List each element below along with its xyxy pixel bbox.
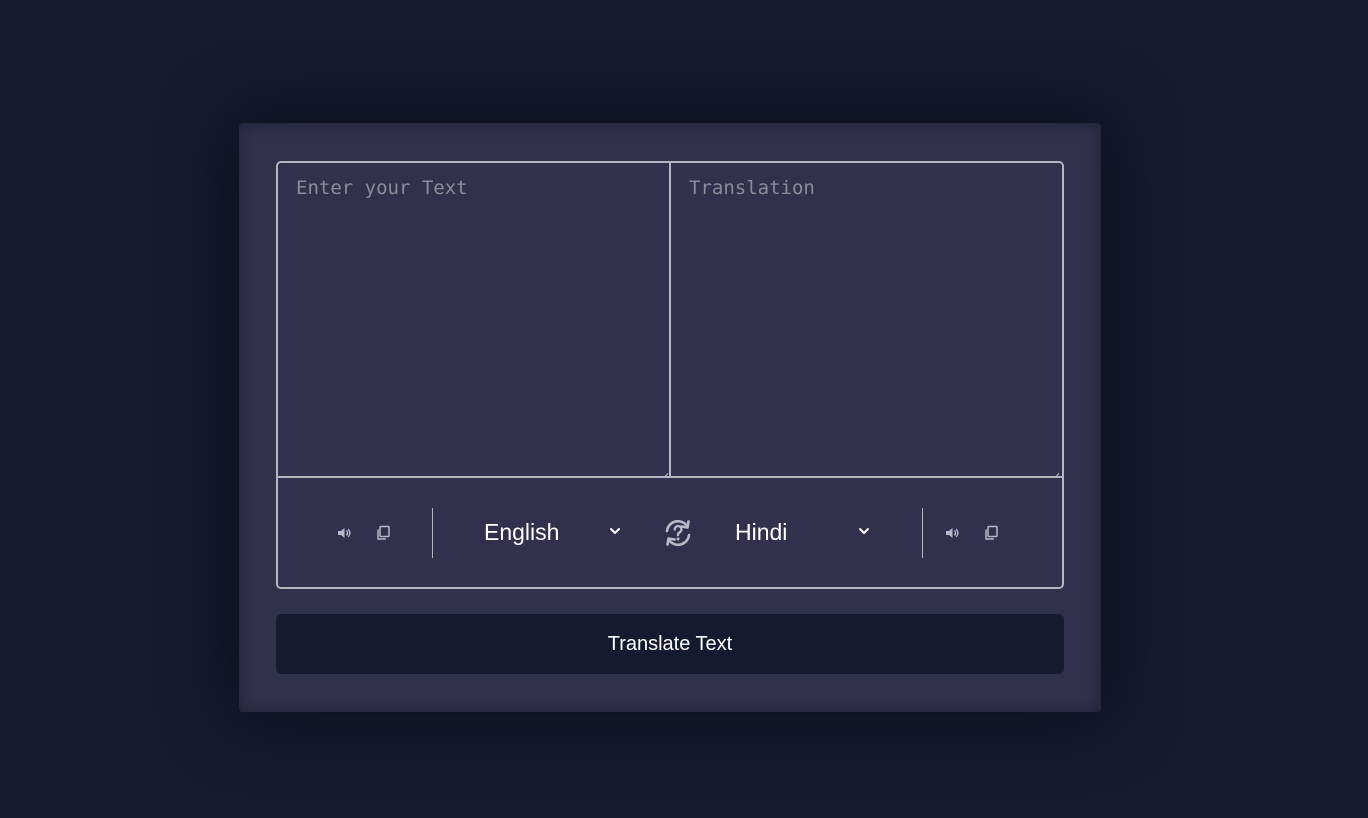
translator-frame: English xyxy=(276,161,1064,589)
controls-bar: English Hindi xyxy=(278,476,1062,587)
translator-card: English xyxy=(239,123,1101,712)
chevron-down-icon xyxy=(608,524,622,538)
volume-icon xyxy=(944,525,960,541)
chevron-down-icon xyxy=(857,524,871,538)
source-copy-button[interactable] xyxy=(373,523,393,543)
copy-icon xyxy=(983,525,999,541)
volume-icon xyxy=(336,525,352,541)
source-speak-button[interactable] xyxy=(334,523,354,543)
source-language-select[interactable]: English xyxy=(484,512,624,552)
copy-icon xyxy=(375,525,391,541)
target-speak-button[interactable] xyxy=(942,523,962,543)
source-text-input[interactable] xyxy=(278,163,671,476)
source-language-label: English xyxy=(484,518,560,545)
divider-right xyxy=(922,508,923,558)
text-panes xyxy=(278,163,1062,476)
translation-output[interactable] xyxy=(671,163,1062,476)
translate-button[interactable]: Translate Text xyxy=(276,614,1064,674)
target-pane xyxy=(671,163,1062,476)
divider-left xyxy=(432,508,433,558)
source-pane xyxy=(278,163,671,476)
target-language-label: Hindi xyxy=(735,518,788,545)
swap-languages-button[interactable] xyxy=(662,517,694,549)
target-language-select[interactable]: Hindi xyxy=(735,512,875,552)
swap-languages-icon xyxy=(662,517,694,549)
target-copy-button[interactable] xyxy=(981,523,1001,543)
